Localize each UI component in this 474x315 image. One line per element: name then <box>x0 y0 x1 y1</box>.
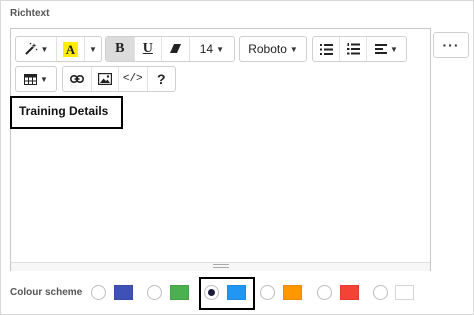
colour-swatch-1[interactable] <box>114 285 133 300</box>
table-dropdown[interactable]: ▼ <box>15 66 57 92</box>
bold-button[interactable]: B <box>106 37 134 61</box>
align-left-icon <box>374 44 387 54</box>
colour-swatch-2[interactable] <box>170 285 189 300</box>
colour-radio-6[interactable] <box>373 285 388 300</box>
chevron-down-icon: ▼ <box>216 44 224 54</box>
colour-radio-5[interactable] <box>317 285 332 300</box>
format-group: B U 14 ▼ <box>105 36 235 62</box>
magic-style-button[interactable]: ▼ <box>16 37 56 61</box>
image-icon <box>97 73 112 85</box>
style-group: ▼ A ▼ <box>15 36 102 62</box>
ordered-list-button[interactable] <box>339 37 365 61</box>
chevron-down-icon: ▼ <box>40 44 49 54</box>
insert-link-button[interactable] <box>63 67 91 91</box>
link-icon <box>69 75 84 83</box>
help-button[interactable]: ? <box>146 67 176 91</box>
insert-image-button[interactable] <box>90 67 119 91</box>
chevron-down-icon: ▼ <box>89 44 97 54</box>
colour-scheme-label: Colour scheme <box>10 287 83 298</box>
font-family-dropdown[interactable]: Roboto ▼ <box>239 36 307 62</box>
richtext-editor[interactable] <box>10 28 431 271</box>
colour-radio-1[interactable] <box>91 285 106 300</box>
colour-swatch-6[interactable] <box>395 285 414 300</box>
eraser-icon <box>169 44 181 53</box>
highlight-dropdown[interactable]: ▼ <box>84 37 101 61</box>
resize-handle-icon[interactable] <box>213 264 229 268</box>
colour-radio-2[interactable] <box>147 285 162 300</box>
unordered-list-button[interactable] <box>313 37 339 61</box>
colour-swatch-5[interactable] <box>340 285 359 300</box>
font-size-dropdown[interactable]: 14 ▼ <box>188 37 234 61</box>
font-family-value: Roboto <box>248 42 287 56</box>
editor-content-text[interactable]: Training Details <box>19 104 108 118</box>
font-size-value: 14 <box>199 42 214 56</box>
numbered-list-icon <box>346 43 360 55</box>
magic-wand-icon <box>24 42 37 55</box>
chevron-down-icon: ▼ <box>389 44 398 54</box>
list-group: ▼ <box>312 36 407 62</box>
highlight-icon: A <box>63 41 78 57</box>
underline-button[interactable]: U <box>133 37 162 61</box>
table-button[interactable]: ▼ <box>16 67 56 91</box>
align-dropdown[interactable]: ▼ <box>365 37 406 61</box>
more-options-button[interactable]: ··· <box>433 32 469 58</box>
bullet-list-icon <box>319 43 333 55</box>
code-view-button[interactable]: </> <box>118 67 147 91</box>
colour-radio-4[interactable] <box>260 285 275 300</box>
clear-format-button[interactable] <box>161 37 189 61</box>
table-icon <box>24 73 38 85</box>
insert-group: </> ? <box>62 66 176 92</box>
chevron-down-icon: ▼ <box>40 74 48 84</box>
chevron-down-icon: ▼ <box>289 44 298 54</box>
font-family-button[interactable]: Roboto ▼ <box>240 37 306 61</box>
highlight-color-button[interactable]: A <box>56 37 84 61</box>
field-label: Richtext <box>10 8 50 19</box>
selected-colour-highlight-box <box>199 277 255 310</box>
colour-swatch-4[interactable] <box>283 285 302 300</box>
